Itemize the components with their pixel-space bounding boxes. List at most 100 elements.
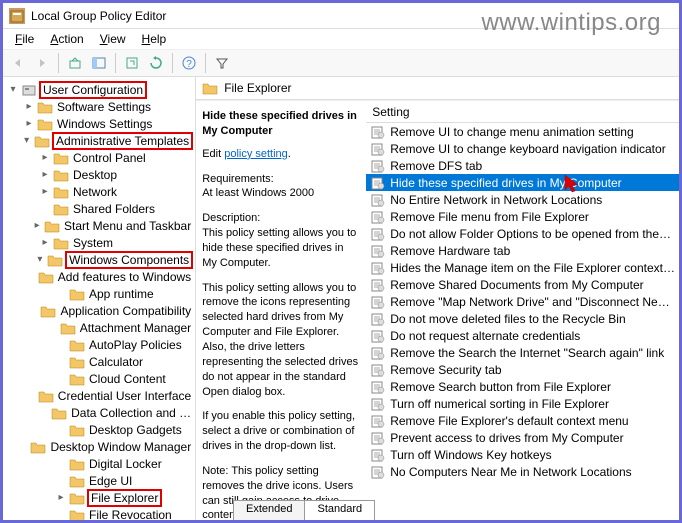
tree-autoplay-policies[interactable]: AutoPlay Policies [3,336,195,353]
setting-row[interactable]: No Computers Near Me in Network Location… [366,463,679,480]
setting-row[interactable]: Remove File Explorer's default context m… [366,412,679,429]
help-button[interactable]: ? [178,52,200,74]
tab-extended[interactable]: Extended [233,500,305,520]
setting-row[interactable]: Do not move deleted files to the Recycle… [366,310,679,327]
expand-icon[interactable]: ▸ [23,101,35,112]
edit-policy-link[interactable]: policy setting [224,148,288,160]
setting-row[interactable]: Do not request alternate credentials [366,327,679,344]
expand-icon[interactable]: ▸ [39,237,51,248]
tree-desktop-window-manager[interactable]: Desktop Window Manager [3,438,195,455]
up-button[interactable] [64,52,86,74]
settings-header[interactable]: Setting [366,101,679,123]
setting-row[interactable]: Prevent access to drives from My Compute… [366,429,679,446]
setting-label: Remove the Search the Internet "Search a… [390,346,664,360]
tree-attachment-manager[interactable]: Attachment Manager [3,319,195,336]
expand-icon[interactable]: ▸ [32,220,42,231]
tree-digital-locker[interactable]: Digital Locker [3,455,195,472]
menu-view[interactable]: View [92,30,134,48]
tree-application-compatibility[interactable]: Application Compatibility [3,302,195,319]
settings-list[interactable]: Remove UI to change menu animation setti… [366,123,679,520]
menu-action[interactable]: Action [42,30,91,48]
setting-row[interactable]: Remove UI to change menu animation setti… [366,123,679,140]
tree-desktop[interactable]: ▸Desktop [3,166,195,183]
tree-control-panel[interactable]: ▸Control Panel [3,149,195,166]
expand-icon[interactable]: ▸ [39,169,51,180]
expand-icon[interactable]: ▸ [39,152,51,163]
tree-windows-settings[interactable]: ▸Windows Settings [3,115,195,132]
folder-icon [53,202,69,216]
tree-app-runtime[interactable]: App runtime [3,285,195,302]
setting-row[interactable]: Hides the Manage item on the File Explor… [366,259,679,276]
requirements-text: At least Windows 2000 [202,187,314,199]
setting-row[interactable]: Remove UI to change keyboard navigation … [366,140,679,157]
expand-icon[interactable] [39,203,51,214]
setting-row[interactable]: Hide these specified drives in My Comput… [366,174,679,191]
expand-icon[interactable]: ▾ [35,254,46,265]
tree-network[interactable]: ▸Network [3,183,195,200]
expand-icon[interactable] [55,475,67,486]
tree-label: AutoPlay Policies [87,338,184,352]
folder-icon [69,457,85,471]
tree-cloud-content[interactable]: Cloud Content [3,370,195,387]
expand-icon[interactable]: ▸ [55,492,67,503]
menu-help[interactable]: Help [134,30,175,48]
tree-calculator[interactable]: Calculator [3,353,195,370]
setting-label: Remove UI to change keyboard navigation … [390,142,666,156]
expand-icon[interactable] [30,390,36,401]
tree-pane[interactable]: ▾User Configuration▸Software Settings▸Wi… [3,77,196,520]
tree-system[interactable]: ▸System [3,234,195,251]
expand-icon[interactable] [55,373,67,384]
setting-row[interactable]: Turn off Windows Key hotkeys [366,446,679,463]
setting-row[interactable]: No Entire Network in Network Locations [366,191,679,208]
tree-add-features[interactable]: Add features to Windows [3,268,195,285]
tree-file-revocation[interactable]: File Revocation [3,506,195,520]
setting-row[interactable]: Remove Shared Documents from My Computer [366,276,679,293]
setting-row[interactable]: Remove Security tab [366,361,679,378]
setting-row[interactable]: Remove Hardware tab [366,242,679,259]
show-hide-tree-button[interactable] [88,52,110,74]
setting-label: Remove DFS tab [390,159,482,173]
tree-data-collection[interactable]: Data Collection and … [3,404,195,421]
expand-icon[interactable]: ▾ [7,84,19,95]
tree-administrative-templates[interactable]: ▾Administrative Templates [3,132,195,149]
setting-row[interactable]: Remove "Map Network Drive" and "Disconne… [366,293,679,310]
setting-row[interactable]: Remove File menu from File Explorer [366,208,679,225]
menu-file[interactable]: File [7,30,42,48]
filter-button[interactable] [211,52,233,74]
tree-start-menu[interactable]: ▸Start Menu and Taskbar [3,217,195,234]
expand-icon[interactable] [55,288,67,299]
tree-user-configuration[interactable]: ▾User Configuration [3,81,195,98]
setting-row[interactable]: Turn off numerical sorting in File Explo… [366,395,679,412]
expand-icon[interactable] [48,322,58,333]
description-pane: Hide these specified drives in My Comput… [196,101,366,520]
expand-icon[interactable] [24,441,29,452]
refresh-button[interactable] [145,52,167,74]
setting-row[interactable]: Remove Search button from File Explorer [366,378,679,395]
expand-icon[interactable] [30,271,36,282]
expand-icon[interactable] [55,509,67,520]
expand-icon[interactable] [32,305,39,316]
tree-credential-ui[interactable]: Credential User Interface [3,387,195,404]
expand-icon[interactable] [40,407,49,418]
tree-edge-ui[interactable]: Edge UI [3,472,195,489]
expand-icon[interactable]: ▾ [21,135,32,146]
expand-icon[interactable] [55,458,67,469]
folder-icon [38,389,54,403]
tree-software-settings[interactable]: ▸Software Settings [3,98,195,115]
expand-icon[interactable] [55,356,67,367]
folder-icon [53,185,69,199]
tree-file-explorer[interactable]: ▸File Explorer [3,489,195,506]
setting-icon [370,261,386,275]
setting-row[interactable]: Remove DFS tab [366,157,679,174]
tree-desktop-gadgets[interactable]: Desktop Gadgets [3,421,195,438]
export-button[interactable] [121,52,143,74]
tree-windows-components[interactable]: ▾Windows Components [3,251,195,268]
setting-row[interactable]: Do not allow Folder Options to be opened… [366,225,679,242]
tab-standard[interactable]: Standard [304,500,375,520]
expand-icon[interactable] [55,424,67,435]
expand-icon[interactable]: ▸ [23,118,35,129]
expand-icon[interactable]: ▸ [39,186,51,197]
setting-row[interactable]: Remove the Search the Internet "Search a… [366,344,679,361]
expand-icon[interactable] [55,339,67,350]
tree-shared-folders[interactable]: Shared Folders [3,200,195,217]
